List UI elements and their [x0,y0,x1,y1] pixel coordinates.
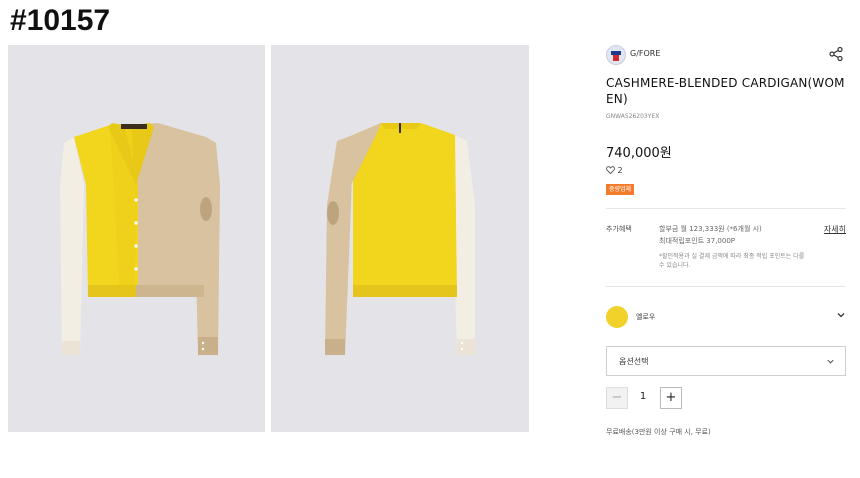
heart-icon [606,166,615,175]
product-title: CASHMERE-BLENDED CARDIGAN(WOMEN) [606,76,845,106]
points-info: 최대적립포인트 37,000P [659,237,736,245]
color-selector[interactable]: 옐로우 [606,302,846,330]
divider [606,286,846,287]
like-button[interactable]: 2 [606,166,623,175]
shipping-info: 무료배송(3만원 이상 구매 시, 무료) [606,428,711,436]
product-photo-front[interactable] [8,45,265,432]
points-note: *할인적용과 실 결제 금액에 따라 최종 적립 포인트는 다를 수 있습니다. [659,253,805,269]
brand-row: G/FORE [606,44,846,66]
quantity-increase-button[interactable]: + [660,387,682,409]
brand-logo-icon [607,46,625,64]
installment-info: 할부금 월 123,333원 (*6개월 시) [659,225,762,233]
status-badge: 중량업체 [606,184,635,195]
benefit-label: 추가혜택 [606,225,632,233]
product-code: GNWA526203YEX [606,113,660,120]
product-photo-back[interactable] [271,45,529,432]
chevron-down-icon [837,313,845,318]
image-tag: #10157 [10,4,111,37]
divider [606,208,846,209]
brand-name[interactable]: G/FORE [630,49,660,58]
minus-icon: − [611,390,623,405]
brand-logo[interactable] [606,45,626,65]
share-icon[interactable] [828,46,844,62]
quantity-decrease-button[interactable]: − [606,387,628,409]
plus-icon: + [665,390,677,405]
chevron-down-icon [827,359,834,364]
quantity-value: 1 [639,391,647,402]
color-swatch [606,306,628,328]
option-select-label: 옵션선택 [619,357,649,366]
color-name: 옐로우 [636,313,656,321]
cardigan-front-illustration [60,123,220,355]
product-price: 740,000원 [606,146,672,161]
option-select[interactable]: 옵션선택 [606,346,846,376]
like-count: 2 [617,166,623,175]
cardigan-back-illustration [325,123,475,355]
detail-link[interactable]: 자세히 [824,224,846,235]
